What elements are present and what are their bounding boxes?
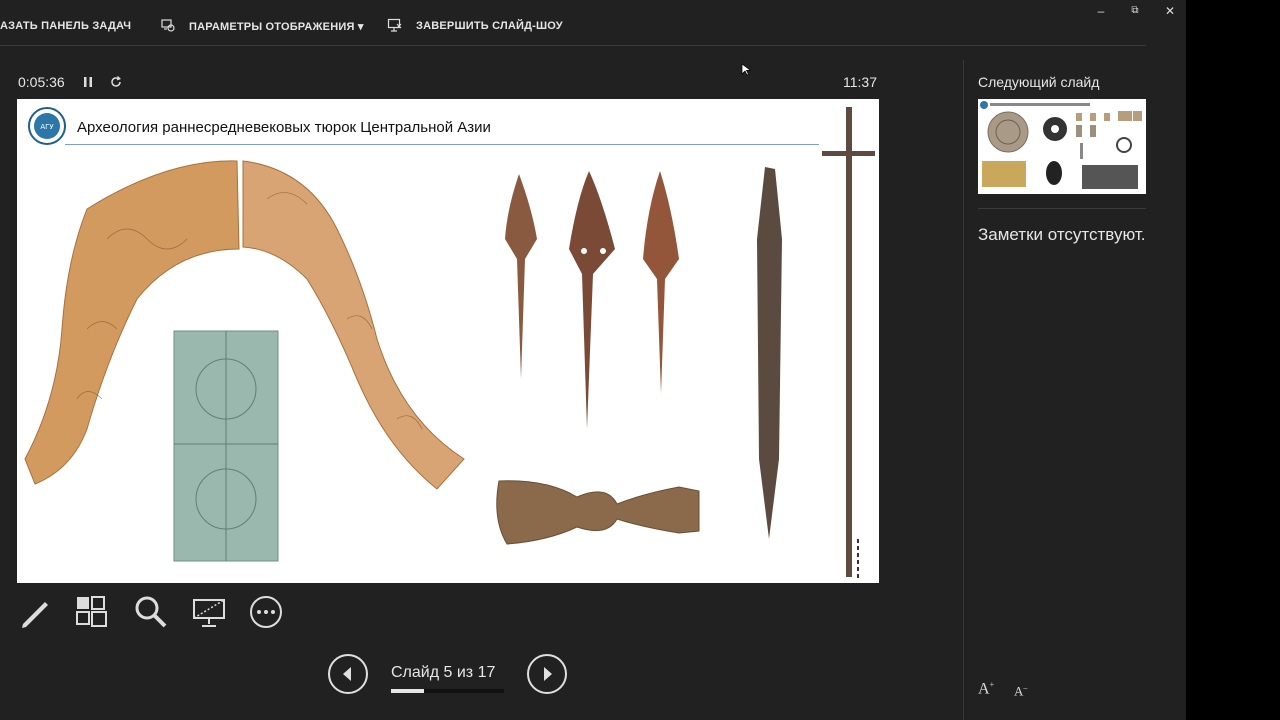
clock: 11:37 xyxy=(843,74,877,90)
next-arrow-icon xyxy=(544,667,552,681)
display-settings-button[interactable]: ПАРАМЕТРЫ ОТОБРАЖЕНИЯ ▾ xyxy=(189,20,364,33)
show-taskbar-button[interactable]: АЗАТЬ ПАНЕЛЬ ЗАДАЧ xyxy=(0,20,131,32)
decrease-font-button[interactable]: A– xyxy=(1014,683,1027,699)
increase-font-label: A xyxy=(978,680,990,698)
notes-divider xyxy=(978,208,1146,209)
svg-text:АГУ: АГУ xyxy=(40,123,54,131)
slide-progress-bar xyxy=(391,689,504,693)
previous-slide-button[interactable] xyxy=(328,654,368,694)
slide-progress-fill xyxy=(391,689,424,693)
next-slide-label: Следующий слайд xyxy=(978,74,1100,90)
next-slide-preview-image xyxy=(980,101,1142,189)
next-slide-thumbnail[interactable] xyxy=(978,99,1146,194)
minimize-button[interactable]: – xyxy=(1092,3,1110,19)
toolbar-divider xyxy=(0,45,1146,46)
slide-title-underline xyxy=(65,144,819,145)
mouse-cursor-icon xyxy=(741,63,751,76)
elapsed-timer: 0:05:36 xyxy=(18,74,65,90)
panel-divider[interactable] xyxy=(963,60,964,720)
black-screen-icon[interactable] xyxy=(191,594,227,630)
decrease-font-label: A xyxy=(1014,683,1024,699)
increase-font-button[interactable]: A+ xyxy=(978,680,994,698)
next-slide-button[interactable] xyxy=(527,654,567,694)
current-slide[interactable]: АГУ Археология раннесредневековых тюрок … xyxy=(17,99,879,583)
slide-artifacts-image xyxy=(24,107,875,579)
speaker-notes: Заметки отсутствуют. xyxy=(978,225,1146,244)
slide-title: Археология раннесредневековых тюрок Цент… xyxy=(77,119,491,136)
pen-icon[interactable] xyxy=(17,594,53,630)
close-button[interactable]: ✕ xyxy=(1161,3,1179,19)
more-options-icon[interactable] xyxy=(248,594,284,630)
university-logo: АГУ xyxy=(28,107,66,145)
top-toolbar: АЗАТЬ ПАНЕЛЬ ЗАДАЧ ПАРАМЕТРЫ ОТОБРАЖЕНИЯ… xyxy=(0,0,1186,46)
presenter-view: АЗАТЬ ПАНЕЛЬ ЗАДАЧ ПАРАМЕТРЫ ОТОБРАЖЕНИЯ… xyxy=(0,0,1186,720)
zoom-icon[interactable] xyxy=(133,594,169,630)
all-slides-icon[interactable] xyxy=(74,594,110,630)
display-settings-icon xyxy=(161,19,175,32)
restore-button[interactable]: ⧉ xyxy=(1126,3,1144,19)
slide-counter: Слайд 5 из 17 xyxy=(391,664,496,681)
restart-timer-icon[interactable] xyxy=(109,74,123,90)
end-slideshow-icon xyxy=(387,18,402,32)
prev-arrow-icon xyxy=(343,667,351,681)
pause-icon[interactable] xyxy=(81,74,95,90)
end-slideshow-button[interactable]: ЗАВЕРШИТЬ СЛАЙД-ШОУ xyxy=(416,20,563,32)
